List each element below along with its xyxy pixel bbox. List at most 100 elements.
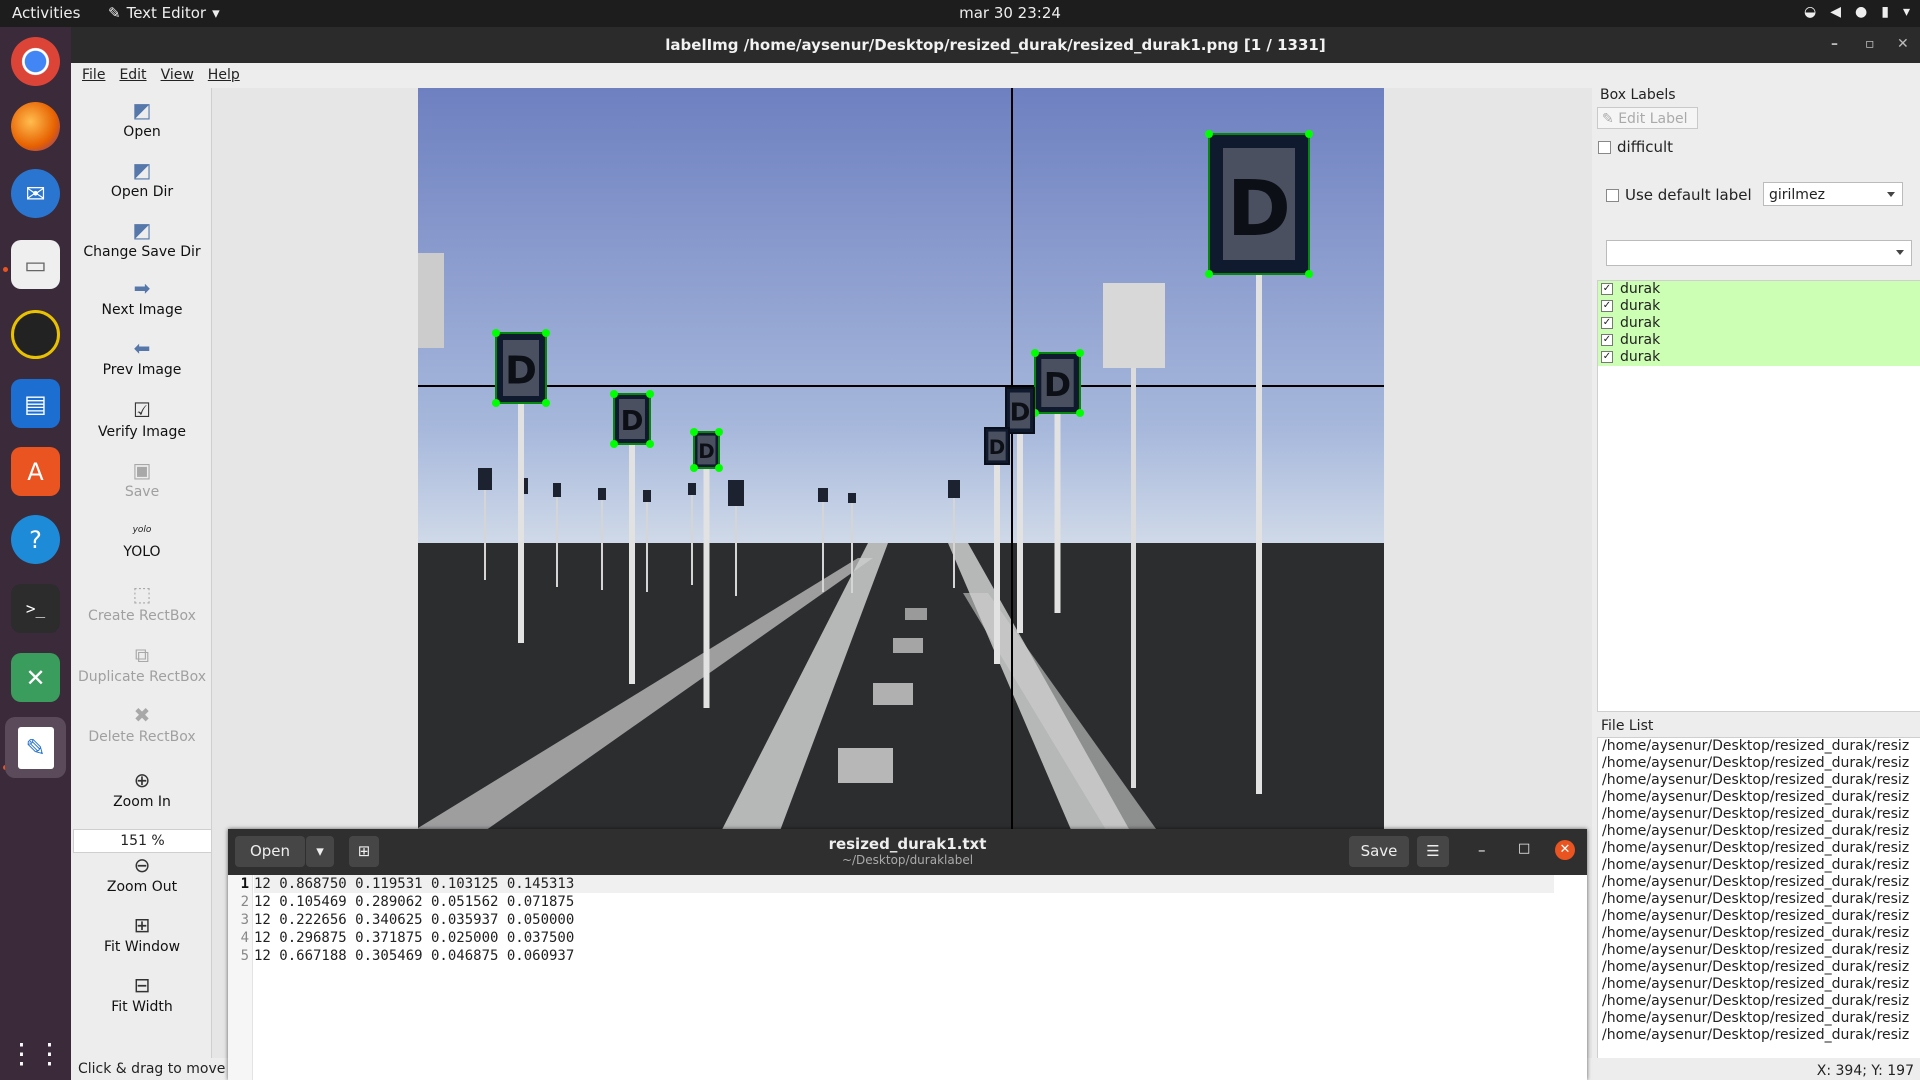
terminal-icon[interactable]: >_ [11,584,60,633]
difficult-checkbox[interactable]: difficult [1598,138,1673,156]
zoom-out-button[interactable]: ⊖ Zoom Out [73,853,211,895]
line-number: 3 [240,912,249,928]
text-line[interactable]: 12 0.868750 0.119531 0.103125 0.145313 [254,875,1554,893]
firefox-icon[interactable] [11,102,60,151]
check-icon[interactable]: ✓ [1601,300,1613,312]
distant-sign [818,488,828,502]
close-icon[interactable]: ✕ [1555,840,1575,860]
text-line[interactable]: 12 0.105469 0.289062 0.051562 0.071875 [254,893,1554,911]
file-list-item[interactable]: /home/aysenur/Desktop/resized_durak/resi… [1598,772,1920,789]
file-list-item[interactable]: /home/aysenur/Desktop/resized_durak/resi… [1598,806,1920,823]
menu-edit[interactable]: Edit [119,67,146,83]
file-list-item[interactable]: /home/aysenur/Desktop/resized_durak/resi… [1598,993,1920,1010]
file-list-item[interactable]: /home/aysenur/Desktop/resized_durak/resi… [1598,840,1920,857]
tool-bar: ◩ Open ◩ Open Dir ◩ Change Save Dir ➡ Next I… [73,88,212,1063]
maximize-icon[interactable]: □ [1518,841,1530,856]
thunderbird-icon[interactable]: ✉ [11,169,60,218]
maximize-icon[interactable]: ▫ [1865,36,1875,52]
create-rectbox-button[interactable]: ⬚ Create RectBox [73,582,211,624]
label-list-item[interactable]: ✓ durak [1598,281,1920,298]
label-filter-select[interactable] [1606,240,1912,266]
open-dir-button[interactable]: ◩ Open Dir [73,158,211,200]
files-icon[interactable]: ▭ [11,240,60,289]
file-list-item[interactable]: /home/aysenur/Desktop/resized_durak/resi… [1598,942,1920,959]
sign-pole [1017,433,1023,633]
text-editor-dock-icon[interactable]: ✎ [5,717,66,778]
close-icon[interactable]: ✕ [1897,36,1909,52]
software-center-icon[interactable]: A [11,447,60,496]
help-icon[interactable]: ? [11,515,60,564]
edit-label-button[interactable]: ✎ Edit Label [1597,107,1698,129]
file-list-item[interactable]: /home/aysenur/Desktop/resized_durak/resi… [1598,874,1920,891]
prev-image-button[interactable]: ⬅ Prev Image [73,336,211,378]
minimize-icon[interactable]: – [1478,841,1486,859]
bounding-box-handle [690,428,698,436]
menu-view[interactable]: View [161,67,194,83]
next-image-button[interactable]: ➡ Next Image [73,276,211,318]
format-yolo-button[interactable]: yolo YOLO [73,518,211,560]
save-button[interactable]: ▣ Save [73,458,211,500]
file-list-item[interactable]: /home/aysenur/Desktop/resized_durak/resi… [1598,755,1920,772]
system-tray[interactable]: ◒ ◀ ● ▮ ▾ [1804,4,1910,20]
file-list-item[interactable]: /home/aysenur/Desktop/resized_durak/resi… [1598,789,1920,806]
chevron-down-icon: ▾ [1902,4,1910,20]
zoom-in-button[interactable]: ⊕ Zoom In [73,768,211,810]
duplicate-rectbox-button[interactable]: ⧉ Duplicate RectBox [73,643,211,685]
zoom-value-field[interactable]: 151 % [73,829,212,853]
check-icon[interactable]: ✓ [1601,334,1613,346]
text-line[interactable]: 12 0.222656 0.340625 0.035937 0.050000 [254,911,1554,929]
check-icon[interactable]: ✓ [1601,317,1613,329]
verify-image-button[interactable]: ☑ Verify Image [73,398,211,440]
sign-pole [629,444,635,684]
chrome-icon[interactable] [11,37,60,86]
open-icon: ◩ [132,98,152,122]
rhythmbox-icon[interactable] [11,310,60,359]
clock[interactable]: mar 30 23:24 [950,4,1070,22]
activities-button[interactable]: Activities [12,4,80,22]
hamburger-menu-button[interactable]: ☰ [1417,836,1449,867]
label-list-item[interactable]: ✓ durak [1598,332,1920,349]
fit-window-button[interactable]: ⊞ Fit Window [73,913,211,955]
bounding-box-handle [492,399,500,407]
fit-width-button[interactable]: ⊟ Fit Width [73,973,211,1015]
menu-bar: File Edit View Help [71,63,1920,87]
save-file-button[interactable]: Save [1349,836,1409,867]
file-list-item[interactable]: /home/aysenur/Desktop/resized_durak/resi… [1598,891,1920,908]
text-editor-content[interactable]: 1 2 3 4 5 12 0.868750 0.119531 0.103125 … [228,875,1587,1080]
file-list-item[interactable]: /home/aysenur/Desktop/resized_durak/resi… [1598,857,1920,874]
text-line[interactable]: 12 0.667188 0.305469 0.046875 0.060937 [254,947,1554,965]
check-icon[interactable]: ✓ [1601,351,1613,363]
file-list[interactable]: /home/aysenur/Desktop/resized_durak/resi… [1597,737,1920,1059]
file-list-item[interactable]: /home/aysenur/Desktop/resized_durak/resi… [1598,738,1920,755]
label-list[interactable]: ✓ durak ✓ durak ✓ durak ✓ durak ✓ durak [1597,280,1920,712]
file-list-item[interactable]: /home/aysenur/Desktop/resized_durak/resi… [1598,925,1920,942]
menu-help[interactable]: Help [208,67,240,83]
file-list-item[interactable]: /home/aysenur/Desktop/resized_durak/resi… [1598,1027,1920,1044]
check-icon[interactable]: ✓ [1601,283,1613,295]
file-list-item[interactable]: /home/aysenur/Desktop/resized_durak/resi… [1598,1010,1920,1027]
label-list-item[interactable]: ✓ durak [1598,298,1920,315]
label-list-item[interactable]: ✓ durak [1598,349,1920,366]
text-line[interactable]: 12 0.296875 0.371875 0.025000 0.037500 [254,929,1554,947]
bounding-box-handle [542,399,550,407]
labelimg-icon[interactable]: ✕ [11,653,60,702]
file-list-item[interactable]: /home/aysenur/Desktop/resized_durak/resi… [1598,959,1920,976]
open-button[interactable]: ◩ Open [73,98,211,140]
change-save-dir-button[interactable]: ◩ Change Save Dir [73,218,211,260]
file-list-item[interactable]: /home/aysenur/Desktop/resized_durak/resi… [1598,908,1920,925]
label-list-item[interactable]: ✓ durak [1598,315,1920,332]
menu-file[interactable]: File [82,67,105,83]
annotated-image[interactable]: DDDDDDD [418,88,1384,916]
minimize-icon[interactable]: – [1831,36,1838,52]
file-list-item[interactable]: /home/aysenur/Desktop/resized_durak/resi… [1598,976,1920,993]
show-apps-icon[interactable]: ⋮⋮ [8,1029,64,1078]
bounding-box-handle [715,428,723,436]
code-lines[interactable]: 12 0.868750 0.119531 0.103125 0.145313 1… [254,875,1554,965]
delete-rectbox-button[interactable]: ✖ Delete RectBox [73,703,211,745]
box-labels-title: Box Labels [1600,87,1676,103]
app-menu[interactable]: ✎ Text Editor ▾ [108,4,220,22]
writer-icon[interactable]: ▤ [11,379,60,428]
default-label-select[interactable]: girilmez [1763,182,1903,206]
file-list-item[interactable]: /home/aysenur/Desktop/resized_durak/resi… [1598,823,1920,840]
use-default-label-checkbox[interactable]: Use default label [1606,186,1752,204]
